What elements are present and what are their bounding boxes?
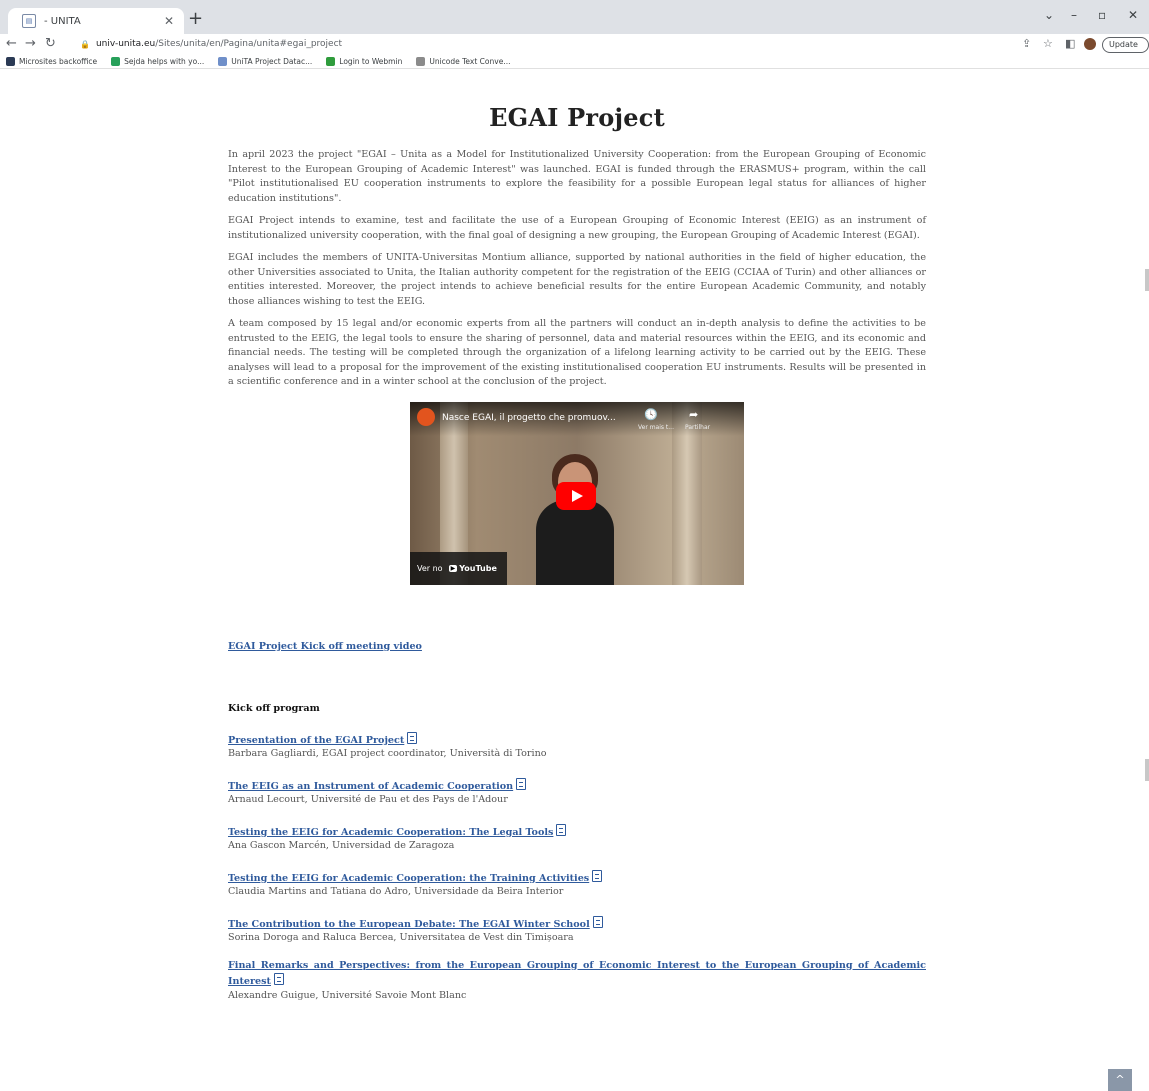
bookmark-item[interactable]: UniTA Project Datac... [218, 56, 313, 66]
share-label[interactable]: Partilhar [685, 424, 710, 431]
update-label: Update [1109, 40, 1138, 49]
page-title: EGAI Project [489, 103, 665, 132]
bookmark-favicon-icon [416, 56, 426, 66]
intro-paragraph-2: EGAI Project intends to examine, test an… [228, 215, 926, 241]
bookmarks-bar: Microsites backoffice Sejda helps with yo… [0, 54, 1149, 69]
url-path: /Sites/unita/en/Pagina/unita#egai_projec… [155, 39, 343, 49]
program-item: The Contribution to the European Debate:… [228, 912, 926, 945]
pdf-icon[interactable] [592, 915, 603, 928]
program-item-link[interactable]: Testing the EEIG for Academic Cooperatio… [228, 823, 567, 838]
share-arrow-icon[interactable]: ➦ [689, 408, 698, 421]
youtube-label: YouTube [459, 563, 497, 573]
program-heading: Kick off program [228, 702, 320, 714]
bookmark-favicon-icon [111, 56, 121, 66]
pdf-icon[interactable] [407, 731, 418, 744]
video-title[interactable]: Nasce EGAI, il progetto che promuov... [442, 413, 616, 423]
youtube-play-icon: ▶ [448, 564, 458, 572]
watch-later-label[interactable]: Ver mais t... [638, 424, 674, 431]
program-item: Presentation of the EGAI Project Barbara… [228, 728, 926, 761]
scrollbar-thumb[interactable] [1145, 269, 1149, 291]
tab-search-icon[interactable]: ⌄ [1044, 8, 1054, 22]
bookmark-label: Microsites backoffice [19, 56, 98, 66]
pdf-icon[interactable] [556, 823, 567, 836]
main-content: EGAI Project In april 2023 the project "… [228, 69, 926, 1016]
new-tab-button[interactable]: + [188, 8, 203, 30]
program-item: The EEIG as an Instrument of Academic Co… [228, 774, 926, 807]
program-item-speaker: Barbara Gagliardi, EGAI project coordina… [228, 747, 547, 759]
page-viewport: EGAI Project In april 2023 the project "… [0, 69, 1149, 1091]
kickoff-video-section: EGAI Project Kick off meeting video [228, 634, 926, 653]
program-item-title[interactable]: Final Remarks and Perspectives: from the… [228, 960, 926, 987]
watch-later-icon[interactable]: 🕓 [644, 408, 658, 421]
profile-avatar[interactable] [1084, 38, 1096, 50]
bookmark-label: Sejda helps with yo... [124, 56, 205, 66]
program-item-speaker: Ana Gascon Marcén, Universidad de Zarago… [228, 839, 455, 851]
bookmark-item[interactable]: Microsites backoffice [6, 56, 98, 66]
browser-toolbar: ← → ↻ 🔒 univ-unita.eu/Sites/unita/en/Pag… [0, 34, 1149, 63]
forward-icon[interactable]: → [25, 34, 36, 54]
program-list: Presentation of the EGAI Project Barbara… [228, 728, 926, 1003]
program-item-title[interactable]: The EEIG as an Instrument of Academic Co… [228, 781, 513, 792]
play-button[interactable] [556, 481, 596, 510]
program-item-title[interactable]: The Contribution to the European Debate:… [228, 919, 590, 930]
intro-paragraph-4: A team composed by 15 legal and/or econo… [228, 318, 926, 387]
program-item-link[interactable]: The EEIG as an Instrument of Academic Co… [228, 777, 527, 792]
address-bar[interactable]: 🔒 univ-unita.eu/Sites/unita/en/Pagina/un… [80, 35, 1000, 53]
program-item-title[interactable]: Presentation of the EGAI Project [228, 735, 404, 746]
program-item: Final Remarks and Perspectives: from the… [228, 958, 926, 1003]
program-item: Testing the EEIG for Academic Cooperatio… [228, 866, 926, 899]
side-panel-icon[interactable]: ◧ [1065, 34, 1075, 54]
reload-icon[interactable]: ↻ [45, 34, 56, 54]
program-item-link[interactable]: Presentation of the EGAI Project [228, 731, 418, 746]
program-item: Testing the EEIG for Academic Cooperatio… [228, 820, 926, 853]
bookmark-item[interactable]: Sejda helps with yo... [111, 56, 205, 66]
back-to-top-button[interactable]: ^ [1108, 1069, 1132, 1091]
program-item-speaker: Alexandre Guigue, Université Savoie Mont… [228, 989, 467, 1001]
tab-strip: ▤ - UNITA ✕ + ⌄ – ▫ ✕ [0, 0, 1149, 34]
lock-icon[interactable]: 🔒 [80, 40, 90, 49]
program-item-speaker: Arnaud Lecourt, Université de Pau et des… [228, 793, 508, 805]
site-favicon-icon: ▤ [22, 14, 36, 28]
share-icon[interactable]: ⇪ [1022, 34, 1031, 54]
close-window-button[interactable]: ✕ [1128, 8, 1138, 22]
intro-paragraph-3: EGAI includes the members of UNITA-Unive… [228, 252, 926, 307]
maximize-button[interactable]: ▫ [1098, 8, 1106, 22]
page-scrollbar[interactable] [1143, 69, 1149, 1091]
bookmark-favicon-icon [326, 56, 336, 66]
program-item-link[interactable]: Testing the EEIG for Academic Cooperatio… [228, 869, 603, 884]
close-tab-icon[interactable]: ✕ [164, 14, 174, 28]
minimize-button[interactable]: – [1071, 8, 1077, 22]
channel-avatar-icon[interactable] [417, 407, 435, 426]
bookmark-label: Login to Webmin [339, 56, 403, 66]
bookmark-label: Unicode Text Conve... [429, 56, 511, 66]
watch-on-label: Ver no [417, 563, 443, 573]
intro-paragraph-1: In april 2023 the project "EGAI – Unita … [228, 149, 926, 204]
browser-tab[interactable]: ▤ - UNITA ✕ [8, 8, 184, 34]
kickoff-video-link[interactable]: EGAI Project Kick off meeting video [228, 641, 422, 652]
back-icon[interactable]: ← [6, 34, 17, 54]
program-item-link[interactable]: The Contribution to the European Debate:… [228, 915, 603, 930]
program-item-speaker: Claudia Martins and Tatiana do Adro, Uni… [228, 885, 564, 897]
video-speaker [530, 453, 620, 585]
youtube-video-embed[interactable]: Nasce EGAI, il progetto che promuov... 🕓… [410, 401, 744, 585]
program-item-title[interactable]: Testing the EEIG for Academic Cooperatio… [228, 873, 589, 884]
bookmark-item[interactable]: Login to Webmin [326, 56, 403, 66]
bookmark-favicon-icon [6, 56, 15, 66]
scrollbar-marker [1145, 759, 1149, 781]
bookmark-label: UniTA Project Datac... [231, 56, 313, 66]
bookmark-item[interactable]: Unicode Text Conve... [416, 56, 511, 66]
pdf-icon[interactable] [592, 869, 603, 882]
update-button[interactable]: Update ⋮ [1102, 37, 1149, 63]
program-item-title[interactable]: Testing the EEIG for Academic Cooperatio… [228, 827, 553, 838]
program-item-link[interactable]: Final Remarks and Perspectives: from the… [228, 958, 926, 989]
pdf-icon[interactable] [274, 972, 284, 985]
bookmark-star-icon[interactable]: ☆ [1043, 34, 1053, 54]
bookmark-favicon-icon [218, 56, 228, 66]
program-item-speaker: Sorina Doroga and Raluca Bercea, Univers… [228, 931, 574, 943]
tab-title: - UNITA [44, 15, 81, 27]
url-host: univ-unita.eu [95, 39, 156, 49]
pdf-icon[interactable] [516, 777, 527, 790]
watch-on-youtube-button[interactable]: Ver no ▶ YouTube [410, 551, 507, 585]
